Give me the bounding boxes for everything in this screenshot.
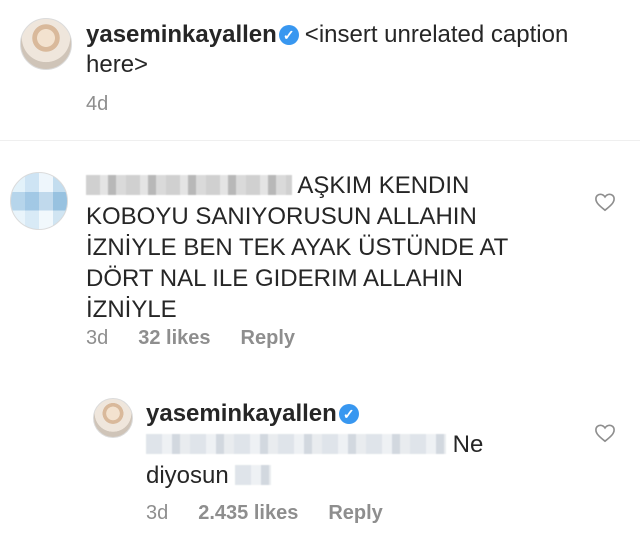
caption-divider [0, 140, 640, 141]
post-caption: yaseminkayallen ✓ <insert unrelated captio… [86, 20, 626, 80]
post-time: 4d [86, 93, 109, 115]
verified-badge-icon: ✓ [278, 25, 299, 45]
post-author-avatar[interactable] [20, 18, 72, 70]
comment-time: 3d [86, 327, 109, 349]
comment-likes[interactable]: 32 likes [138, 327, 210, 349]
reply-reply-button[interactable]: Reply [328, 502, 382, 524]
comment-meta: 3d 32 likes Reply [86, 327, 325, 350]
reply-author-avatar[interactable] [93, 398, 133, 438]
verified-badge-icon: ✓ [338, 404, 359, 424]
reply-like-heart-icon[interactable] [594, 423, 616, 443]
reply-author-username[interactable]: yaseminkayallen [146, 400, 337, 427]
mentioned-username-redacted[interactable] [146, 434, 446, 454]
reply-time: 3d [146, 502, 169, 524]
commenter-avatar[interactable] [10, 172, 68, 230]
commenter-username-redacted[interactable] [86, 175, 292, 195]
reply-body: yaseminkayallen ✓ Ne diyosun [146, 398, 566, 491]
comment-reply-button[interactable]: Reply [241, 327, 295, 349]
comment-body: AŞKIM KENDIN KOBOYU SANIYORUSUN ALLAHIN … [86, 170, 536, 325]
post-author-username[interactable]: yaseminkayallen [86, 21, 277, 48]
post-meta: 4d [86, 93, 138, 116]
comment-like-heart-icon[interactable] [594, 192, 616, 212]
reply-meta: 3d 2.435 likes Reply [146, 502, 413, 525]
reply-likes[interactable]: 2.435 likes [198, 502, 298, 524]
reply-emoji-redacted [235, 465, 272, 485]
